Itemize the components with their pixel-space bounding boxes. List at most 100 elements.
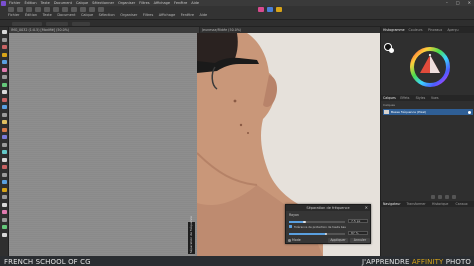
tool-icon[interactable] xyxy=(2,202,7,207)
tool-icon[interactable] xyxy=(2,120,7,124)
toolbar-label: Texte xyxy=(42,13,52,17)
panel-tab[interactable]: Vues xyxy=(431,95,439,101)
tool-icon[interactable] xyxy=(2,180,7,184)
delete-layer-icon[interactable] xyxy=(452,195,456,199)
cancel-button[interactable]: Annuler xyxy=(350,238,370,243)
toolbar-tool-icon[interactable] xyxy=(71,7,77,12)
canvas-high-frequency[interactable] xyxy=(9,33,197,256)
context-field[interactable] xyxy=(46,21,68,26)
mode-option[interactable]: Mode xyxy=(288,238,312,243)
toolbar-icons xyxy=(8,7,104,12)
brand-right-c: PHOTO xyxy=(445,257,471,266)
tool-icon[interactable] xyxy=(2,142,7,147)
tool-icon[interactable] xyxy=(2,210,7,214)
tool-icon[interactable] xyxy=(2,217,7,222)
persona-icon[interactable] xyxy=(276,7,282,12)
toolbar-tool-icon[interactable] xyxy=(8,7,14,12)
panel-tab[interactable]: Styles xyxy=(416,95,426,101)
close-icon[interactable]: ✕ xyxy=(365,205,368,211)
layer-row[interactable]: Basse fréquence (Pixel) xyxy=(383,109,473,115)
add-layer-icon[interactable] xyxy=(431,195,435,199)
panel-tab[interactable]: Calques xyxy=(383,95,396,101)
toolbar-tool-icon[interactable] xyxy=(35,7,41,12)
panel-tabs-bottom: Navigateur Transformer Historique Canaux xyxy=(381,201,474,207)
radius-label: Rayon xyxy=(289,213,299,217)
tools-panel xyxy=(0,27,9,256)
tool-icon[interactable] xyxy=(2,157,7,162)
persona-icon[interactable] xyxy=(258,7,264,12)
apply-button[interactable]: Appliquer xyxy=(328,238,348,243)
adjustment-icon[interactable] xyxy=(445,195,449,199)
layer-thumbnail xyxy=(384,110,389,114)
toolbar: Fichier Édition Texte Document Calque Sélecti… xyxy=(0,6,474,20)
tool-icon[interactable] xyxy=(2,165,7,169)
toolbar-tool-icon[interactable] xyxy=(89,7,95,12)
toolbar-tool-icon[interactable] xyxy=(62,7,68,12)
dialog-buttons: Mode Appliquer Annuler xyxy=(288,238,370,243)
panel-tab[interactable]: Effets xyxy=(400,95,409,101)
tool-icon[interactable] xyxy=(2,187,7,192)
radius-slider[interactable] xyxy=(289,221,345,223)
context-field[interactable] xyxy=(72,21,90,26)
radius-field[interactable]: 7.5 px xyxy=(348,219,368,223)
layer-visibility-icon[interactable] xyxy=(468,110,471,114)
toolbar-label: Sélection xyxy=(98,13,115,17)
brand-right-b: AFFINITY xyxy=(411,257,444,266)
tool-icon[interactable] xyxy=(2,67,7,72)
tool-icon[interactable] xyxy=(2,232,7,237)
toolbar-label: Édition xyxy=(24,13,38,17)
tool-icon[interactable] xyxy=(2,195,7,199)
toolbar-label: Organiser xyxy=(120,13,138,17)
layers-header: Calques xyxy=(383,103,395,107)
tool-icon[interactable] xyxy=(2,45,7,49)
tool-icon[interactable] xyxy=(2,75,7,79)
tool-icon[interactable] xyxy=(2,60,7,64)
tool-icon[interactable] xyxy=(2,90,7,94)
radius-slider-handle[interactable] xyxy=(303,220,306,223)
protect-slider[interactable] xyxy=(289,233,345,235)
tool-icon[interactable] xyxy=(2,30,7,34)
tool-icon[interactable] xyxy=(2,172,7,177)
color-wheel-icon[interactable] xyxy=(410,47,450,87)
mask-icon[interactable] xyxy=(438,195,442,199)
toolbar-tool-icon[interactable] xyxy=(17,7,23,12)
layer-name: Basse fréquence (Pixel) xyxy=(391,110,427,114)
protect-label: Tolérance de protection de hauts bas xyxy=(294,225,346,229)
protect-slider-handle[interactable] xyxy=(324,232,328,235)
panel-tab[interactable]: Historique xyxy=(432,201,448,207)
panel-tab[interactable]: Canaux xyxy=(456,201,468,207)
persona-icon[interactable] xyxy=(267,7,273,12)
frequency-separation-dialog: Séparation de fréquence ✕ Rayon 7.5 px T… xyxy=(285,204,371,244)
tool-icon[interactable] xyxy=(2,105,7,109)
panel-tab[interactable]: Navigateur xyxy=(383,201,401,207)
tool-icon[interactable] xyxy=(2,52,7,57)
color-panel: Opacité xyxy=(381,33,474,100)
tool-icon[interactable] xyxy=(2,112,7,117)
toolbar-label: Aide xyxy=(199,13,208,17)
context-field[interactable] xyxy=(12,21,42,26)
toolbar-labels: Fichier Édition Texte Document Calque Sélecti… xyxy=(8,13,207,17)
tool-icon[interactable] xyxy=(2,225,7,229)
toolbar-label: Affichage xyxy=(158,13,176,17)
tool-icon[interactable] xyxy=(2,135,7,139)
protect-field[interactable]: 87 % xyxy=(348,231,368,235)
toolbar-tool-icon[interactable] xyxy=(44,7,50,12)
toolbar-tool-icon[interactable] xyxy=(53,7,59,12)
toolbar-tool-icon[interactable] xyxy=(26,7,32,12)
brand-right: J'APPRENDRE AFFINITY PHOTO xyxy=(362,258,471,266)
tool-icon[interactable] xyxy=(2,82,7,87)
tool-icon[interactable] xyxy=(2,127,7,132)
secondary-color-swatch[interactable] xyxy=(389,48,394,53)
protect-checkbox[interactable] xyxy=(289,225,292,228)
tool-icon[interactable] xyxy=(2,97,7,102)
context-toolbar xyxy=(0,20,474,27)
toolbar-tool-icon[interactable] xyxy=(98,7,104,12)
brand-left: FRENCH SCHOOL OF CG xyxy=(4,257,91,266)
toolbar-tool-icon[interactable] xyxy=(80,7,86,12)
affinity-logo-icon[interactable] xyxy=(1,0,6,6)
tool-icon[interactable] xyxy=(2,150,7,154)
panel-tab[interactable]: Transformer xyxy=(407,201,426,207)
tool-icon[interactable] xyxy=(2,37,7,42)
vertical-hint: Séparation de fréquence xyxy=(188,215,195,254)
footer-banner: FRENCH SCHOOL OF CG J'APPRENDRE AFFINITY… xyxy=(0,256,474,266)
